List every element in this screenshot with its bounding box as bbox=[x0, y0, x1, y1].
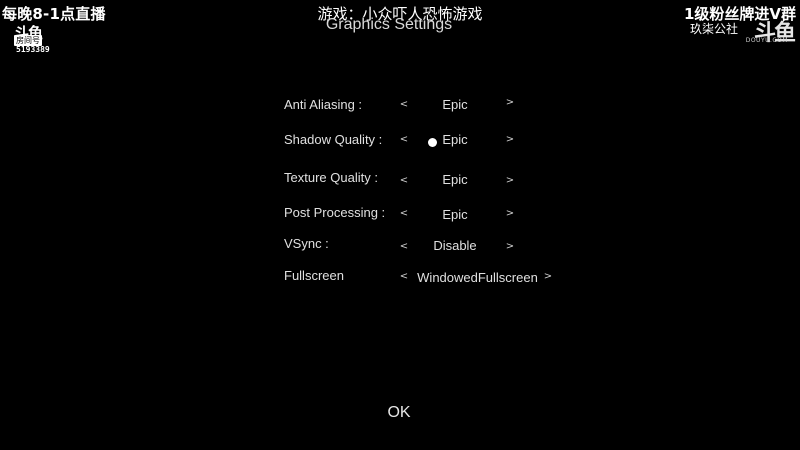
ok-button[interactable]: OK bbox=[378, 402, 420, 424]
setting-value: Epic bbox=[442, 207, 468, 222]
setting-row-texture-quality: Texture Quality : < Epic > bbox=[0, 170, 800, 190]
increase-arrow-button[interactable]: > bbox=[504, 175, 516, 186]
increase-arrow-button[interactable]: > bbox=[542, 271, 554, 282]
setting-label: Anti Aliasing : bbox=[284, 97, 363, 112]
setting-value: WindowedFullscreen bbox=[417, 270, 538, 285]
setting-value: Disable bbox=[433, 238, 477, 253]
setting-label: Post Processing : bbox=[284, 205, 386, 220]
setting-value: Epic bbox=[442, 132, 468, 147]
increase-arrow-button[interactable]: > bbox=[504, 241, 516, 252]
game-screen: 每晚8-1点直播 斗鱼 房间号 5193389 游戏：小众吓人恐怖游戏 1级粉丝… bbox=[0, 0, 800, 450]
setting-label: VSync : bbox=[284, 236, 329, 251]
setting-row-post-processing: Post Processing : < Epic > bbox=[0, 205, 800, 225]
increase-arrow-button[interactable]: > bbox=[504, 208, 516, 219]
increase-arrow-button[interactable]: > bbox=[504, 134, 516, 145]
setting-label: Texture Quality : bbox=[284, 170, 378, 185]
setting-row-fullscreen: Fullscreen < WindowedFullscreen > bbox=[0, 268, 800, 288]
setting-row-shadow-quality: Shadow Quality : < Epic > bbox=[0, 132, 800, 152]
setting-label: Fullscreen bbox=[284, 268, 344, 283]
setting-value: Epic bbox=[442, 97, 468, 112]
setting-value: Epic bbox=[442, 172, 468, 187]
setting-row-vsync: VSync : < Disable > bbox=[0, 236, 800, 256]
setting-row-anti-aliasing: Anti Aliasing : < Epic > bbox=[0, 97, 800, 117]
graphics-settings-list: Anti Aliasing : < Epic > Shadow Quality … bbox=[0, 0, 800, 450]
increase-arrow-button[interactable]: > bbox=[504, 97, 516, 108]
setting-label: Shadow Quality : bbox=[284, 132, 383, 147]
